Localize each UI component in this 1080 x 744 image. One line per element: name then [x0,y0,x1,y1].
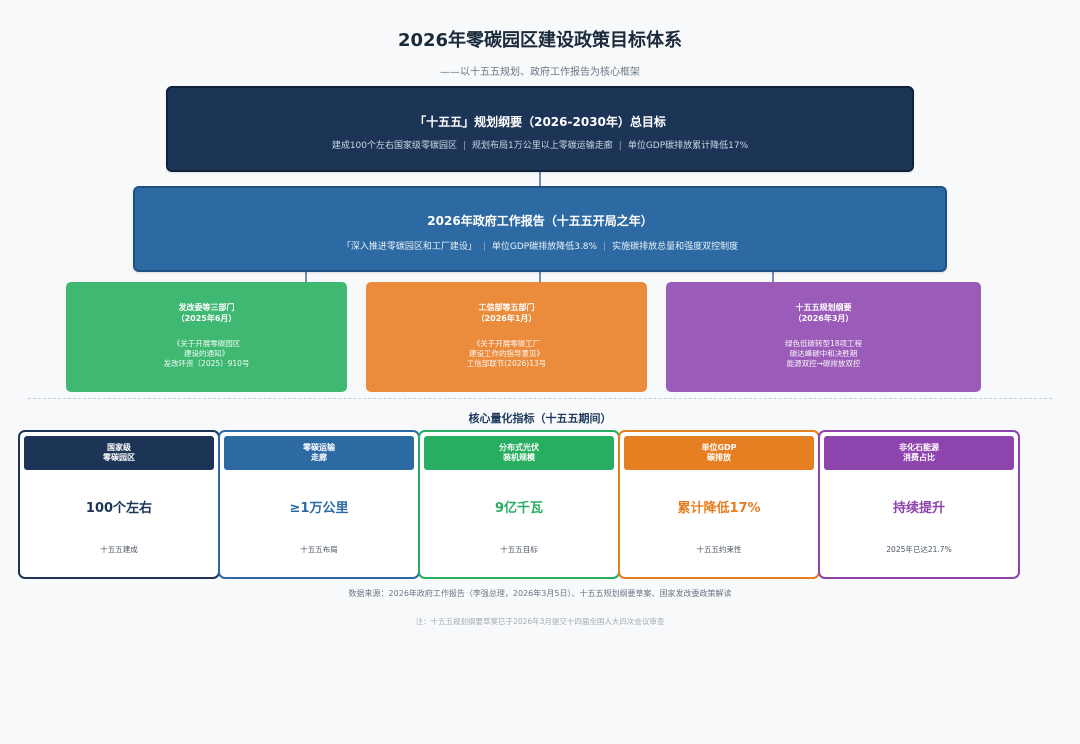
report-item: 「深入推进零碳园区和工厂建设」 [341,242,477,252]
kpi-label: 分布式光伏 [499,443,539,452]
kpi-note: 2025年已达21.7% [886,545,952,554]
dept-card-miit: 工信部等五部门 （2026年1月） 《关于开展零碳工厂 建设工作的指导意见》 工… [366,282,647,392]
kpi-label: 非化石能源 [899,443,939,452]
plan-outline-box: 「十五五」规划纲要（2026-2030年）总目标 建成100个左右国家级零碳园区… [166,86,914,172]
dept-date: （2026年3月） [793,314,854,323]
kpi-card-header: 国家级 零碳园区 [24,436,214,470]
dept-line: 《关于开展零碳工厂 [472,339,541,348]
dept-name: 发改委等三部门 [178,303,235,312]
plan-item: 单位GDP碳排放累计降低17% [627,141,749,151]
kpi-card-corridor: 零碳运输 走廊 ≥1万公里 十五五布局 [218,430,420,579]
kpi-label: 装机规模 [503,453,535,462]
kpi-card-header: 零碳运输 走廊 [224,436,414,470]
dept-line: 发改环资〔2025〕910号 [163,359,250,368]
dept-line: 碳达峰碳中和决胜期 [789,349,858,358]
footnote: 注：十五五规划纲要草案已于2026年3月提交十四届全国人大四次会议审查 [415,617,665,626]
gov-report-items: 「深入推进零碳园区和工厂建设」 | 单位GDP碳排放降低3.8% | 实施碳排放总量和强… [135,239,945,252]
plan-item: 规划布局1万公里以上零碳运输走廊 [472,141,613,151]
plan-outline-items: 建成100个左右国家级零碳园区 | 规划布局1万公里以上零碳运输走廊 | 单位GDP碳排… [168,138,912,151]
dept-line: 建设工作的指导意见》 [469,349,544,358]
separator: | [482,242,486,252]
page-title: 2026年零碳园区建设政策目标体系 [397,30,683,51]
kpi-value: 持续提升 [892,501,945,516]
plan-item: 建成100个左右国家级零碳园区 [331,141,457,151]
dept-line: 工信部联节(2026)13号 [466,359,547,368]
dept-line: 建设的通知》 [184,349,229,358]
separator: | [463,141,467,151]
kpi-label: 零碳运输 [303,443,335,452]
dept-line: 绿色低碳转型18项工程 [784,339,863,348]
gov-report-box: 2026年政府工作报告（十五五开局之年） 「深入推进零碳园区和工厂建设」 | 单位G… [133,186,947,272]
kpi-label: 碳排放 [706,453,731,462]
data-source: 数据来源：2026年政府工作报告（李强总理，2026年3月5日）、十五五规划纲要… [348,589,732,598]
dept-name: 工信部等五部门 [478,303,535,312]
kpi-value: 9亿千瓦 [494,501,544,516]
kpi-label: 国家级 [107,443,131,452]
kpi-label: 消费占比 [903,453,935,462]
connector-report-dept-2 [539,272,541,282]
kpi-card-header: 非化石能源 消费占比 [824,436,1014,470]
dept-date: （2026年1月） [476,314,537,323]
kpi-card-nonfossil: 非化石能源 消费占比 持续提升 2025年已达21.7% [818,430,1020,579]
kpi-note: 十五五约束性 [696,545,742,554]
separator: | [603,242,607,252]
kpi-card-header: 分布式光伏 装机规模 [424,436,614,470]
kpi-value: 100个左右 [85,501,153,516]
kpi-value: ≥1万公里 [289,501,349,516]
connector-plan-report [539,172,541,186]
kpi-label: 单位GDP [701,443,737,452]
kpi-label: 零碳园区 [103,453,135,462]
plan-outline-title: 「十五五」规划纲要（2026-2030年）总目标 [414,115,666,129]
kpi-card-header: 单位GDP 碳排放 [624,436,814,470]
section-divider [28,398,1052,399]
separator: | [618,141,622,151]
report-item: 单位GDP碳排放降低3.8% [491,242,598,252]
kpi-note: 十五五目标 [500,545,538,554]
kpi-card-solar: 分布式光伏 装机规模 9亿千瓦 十五五目标 [418,430,620,579]
dept-line: 能源双控→碳排放双控 [786,359,861,368]
kpi-card-parks: 国家级 零碳园区 100个左右 十五五建成 [18,430,220,579]
dept-title: 工信部等五部门 （2026年1月） [366,302,647,324]
dept-desc: 《关于开展零碳园区 建设的通知》 发改环资〔2025〕910号 [66,339,347,369]
dept-title: 十五五规划纲要 （2026年3月） [666,302,981,324]
dept-name: 十五五规划纲要 [795,303,852,312]
kpi-card-carbon: 单位GDP 碳排放 累计降低17% 十五五约束性 [618,430,820,579]
dept-line: 《关于开展零碳园区 [172,339,241,348]
dept-desc: 《关于开展零碳工厂 建设工作的指导意见》 工信部联节(2026)13号 [366,339,647,369]
dept-card-plan: 十五五规划纲要 （2026年3月） 绿色低碳转型18项工程 碳达峰碳中和决胜期 … [666,282,981,392]
page-subtitle: ——以十五五规划、政府工作报告为核心框架 [440,67,640,78]
kpi-label: 走廊 [311,453,327,462]
kpi-note: 十五五建成 [100,545,138,554]
connector-report-dept-3 [772,272,774,282]
dept-date: （2025年6月） [176,314,237,323]
gov-report-title: 2026年政府工作报告（十五五开局之年） [427,214,653,228]
kpi-value: 累计降低17% [677,501,761,516]
dept-title: 发改委等三部门 （2025年6月） [66,302,347,324]
report-item: 实施碳排放总量和强度双控制度 [612,242,739,252]
dept-card-ndrc: 发改委等三部门 （2025年6月） 《关于开展零碳园区 建设的通知》 发改环资〔… [66,282,347,392]
connector-report-dept-1 [305,272,307,282]
kpi-note: 十五五布局 [300,545,338,554]
dept-desc: 绿色低碳转型18项工程 碳达峰碳中和决胜期 能源双控→碳排放双控 [666,339,981,369]
kpi-section-heading: 核心量化指标（十五五期间） [468,412,612,425]
